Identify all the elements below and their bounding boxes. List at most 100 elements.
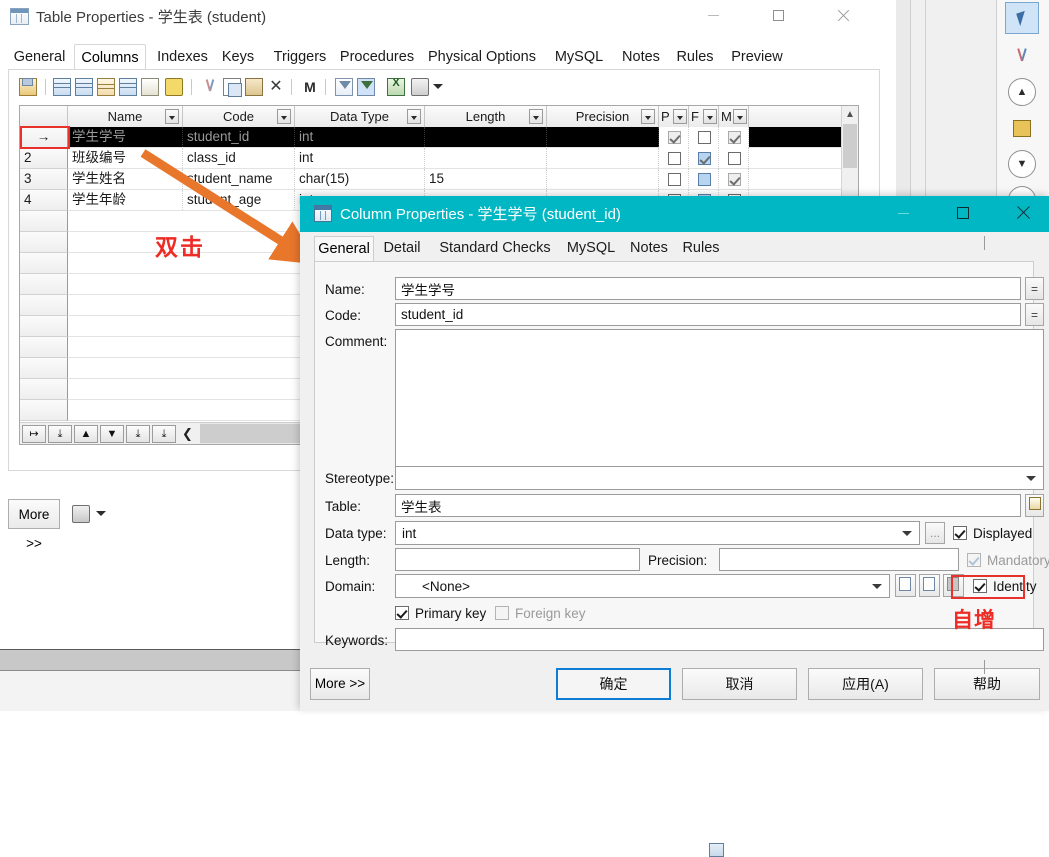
cell-name[interactable]: 学生学号 <box>68 127 183 147</box>
cell-mandatory[interactable] <box>719 169 749 190</box>
row-header-empty[interactable] <box>20 316 68 337</box>
row-header-4[interactable]: 4 <box>20 190 68 211</box>
length-field[interactable] <box>395 548 640 571</box>
code-field[interactable]: student_id <box>395 303 1021 326</box>
dialog-tab-notes[interactable]: Notes <box>624 236 674 262</box>
row-header-empty[interactable] <box>20 274 68 295</box>
code-equals-button[interactable]: = <box>1025 303 1044 326</box>
checkbox-m[interactable] <box>727 173 741 186</box>
close-button[interactable] <box>820 0 866 31</box>
row-header-empty[interactable] <box>20 211 68 232</box>
add-row-icon[interactable] <box>75 78 93 96</box>
checkbox-f[interactable] <box>697 173 711 186</box>
checkbox-p[interactable] <box>667 152 681 165</box>
checkbox-m[interactable] <box>727 131 741 144</box>
dialog-close-button[interactable] <box>1000 196 1046 230</box>
nav-down-icon[interactable]: ▼ <box>100 425 124 443</box>
nav-next-page-icon[interactable]: ⤓ <box>126 425 150 443</box>
insert-row-icon[interactable] <box>53 78 71 96</box>
comment-textarea[interactable] <box>395 329 1044 469</box>
print-icon[interactable] <box>411 78 429 96</box>
cell-datatype[interactable]: int <box>295 148 425 168</box>
cancel-button[interactable]: 取消 <box>682 668 797 700</box>
cell-foreign-key[interactable] <box>689 169 719 190</box>
header-filter-p-icon[interactable] <box>673 109 687 124</box>
checkbox-f[interactable] <box>697 152 711 165</box>
key-icon[interactable] <box>165 78 183 96</box>
add-column-icon[interactable] <box>97 78 115 96</box>
export-excel-icon[interactable] <box>387 77 405 96</box>
tab-columns[interactable]: Columns <box>74 44 146 70</box>
scroll-thumb[interactable] <box>843 124 857 168</box>
table-row[interactable]: 2 班级编号 class_id int <box>20 148 858 169</box>
dropdown-caret-icon[interactable] <box>96 511 106 516</box>
row-header-empty[interactable] <box>20 232 68 253</box>
cell-code[interactable]: student_age <box>183 190 295 210</box>
cell-precision[interactable] <box>547 148 659 168</box>
cell-mandatory[interactable] <box>719 127 749 148</box>
sidebar-item-lock[interactable] <box>1005 112 1039 144</box>
cut-icon[interactable] <box>201 78 219 96</box>
tab-preview[interactable]: Preview <box>724 44 790 70</box>
nav-up-icon[interactable]: ▲ <box>74 425 98 443</box>
cell-datatype[interactable]: int <box>295 127 425 147</box>
cell-precision[interactable] <box>547 127 659 147</box>
cell-primary-key[interactable] <box>659 148 689 169</box>
tab-procedures[interactable]: Procedures <box>334 44 420 70</box>
dialog-tab-general[interactable]: General <box>314 236 374 262</box>
checkbox-m[interactable] <box>727 152 741 165</box>
cell-length[interactable] <box>425 148 547 168</box>
nav-first-icon[interactable]: ↦ <box>22 425 46 443</box>
header-filter-length-icon[interactable] <box>529 109 543 124</box>
paste-icon[interactable] <box>245 78 263 96</box>
cell-code[interactable]: student_name <box>183 169 295 189</box>
domain-properties-icon[interactable] <box>919 574 940 597</box>
tab-notes[interactable]: Notes <box>616 44 666 70</box>
header-filter-m-icon[interactable] <box>733 109 747 124</box>
replace-icon[interactable] <box>119 78 137 96</box>
duplicate-icon[interactable] <box>141 78 159 96</box>
domain-combo[interactable]: <None> <box>395 574 890 598</box>
tab-rules[interactable]: Rules <box>672 44 718 70</box>
tab-keys[interactable]: Keys <box>216 44 260 70</box>
collapse-left-icon[interactable]: ❮ <box>182 426 193 442</box>
header-filter-code-icon[interactable] <box>277 109 291 124</box>
table-field[interactable]: 学生表 <box>395 494 1021 517</box>
main-more-button[interactable]: More >> <box>8 499 60 551</box>
filter-active-icon[interactable] <box>357 78 375 96</box>
datatype-ellipsis-button[interactable]: ... <box>925 522 945 544</box>
row-header-empty[interactable] <box>20 295 68 316</box>
sidebar-item-scissors[interactable] <box>1005 40 1039 72</box>
dialog-tab-standard-checks[interactable]: Standard Checks <box>432 236 558 262</box>
domain-create-icon[interactable] <box>895 574 916 597</box>
copy-icon[interactable] <box>223 78 242 97</box>
row-header-empty[interactable] <box>20 400 68 421</box>
precision-field[interactable] <box>719 548 959 571</box>
primary-key-checkbox[interactable]: Primary key <box>395 605 486 622</box>
name-equals-button[interactable]: = <box>1025 277 1044 300</box>
stereotype-combo[interactable] <box>395 466 1044 490</box>
checkbox-p[interactable] <box>667 173 681 186</box>
checkbox-f[interactable] <box>697 131 711 144</box>
nav-prev-page-icon[interactable]: ⤓ <box>48 425 72 443</box>
header-filter-f-icon[interactable] <box>703 109 717 124</box>
tab-mysql[interactable]: MySQL <box>550 44 608 70</box>
cell-name[interactable]: 班级编号 <box>68 148 183 168</box>
tab-general[interactable]: General <box>8 44 71 70</box>
filter-icon[interactable] <box>335 78 353 96</box>
grid-header-datatype[interactable]: Data Type <box>295 106 425 127</box>
tab-triggers[interactable]: Triggers <box>268 44 332 70</box>
help-button[interactable]: 帮助 <box>934 668 1040 700</box>
keywords-field[interactable] <box>395 628 1044 651</box>
sidebar-item-chevron-up[interactable]: ▲ <box>1005 76 1039 108</box>
checkbox-p[interactable] <box>667 131 681 144</box>
delete-icon[interactable]: ✕ <box>267 78 285 96</box>
properties-icon[interactable] <box>19 78 37 96</box>
scroll-up-icon[interactable]: ▲ <box>842 106 858 123</box>
dialog-tab-rules[interactable]: Rules <box>678 236 724 262</box>
cell-precision[interactable] <box>547 169 659 189</box>
displayed-checkbox[interactable]: Displayed <box>953 525 1032 542</box>
dialog-tab-mysql[interactable]: MySQL <box>562 236 620 262</box>
dropdown-caret-icon[interactable] <box>433 84 443 89</box>
cell-name[interactable]: 学生姓名 <box>68 169 183 189</box>
